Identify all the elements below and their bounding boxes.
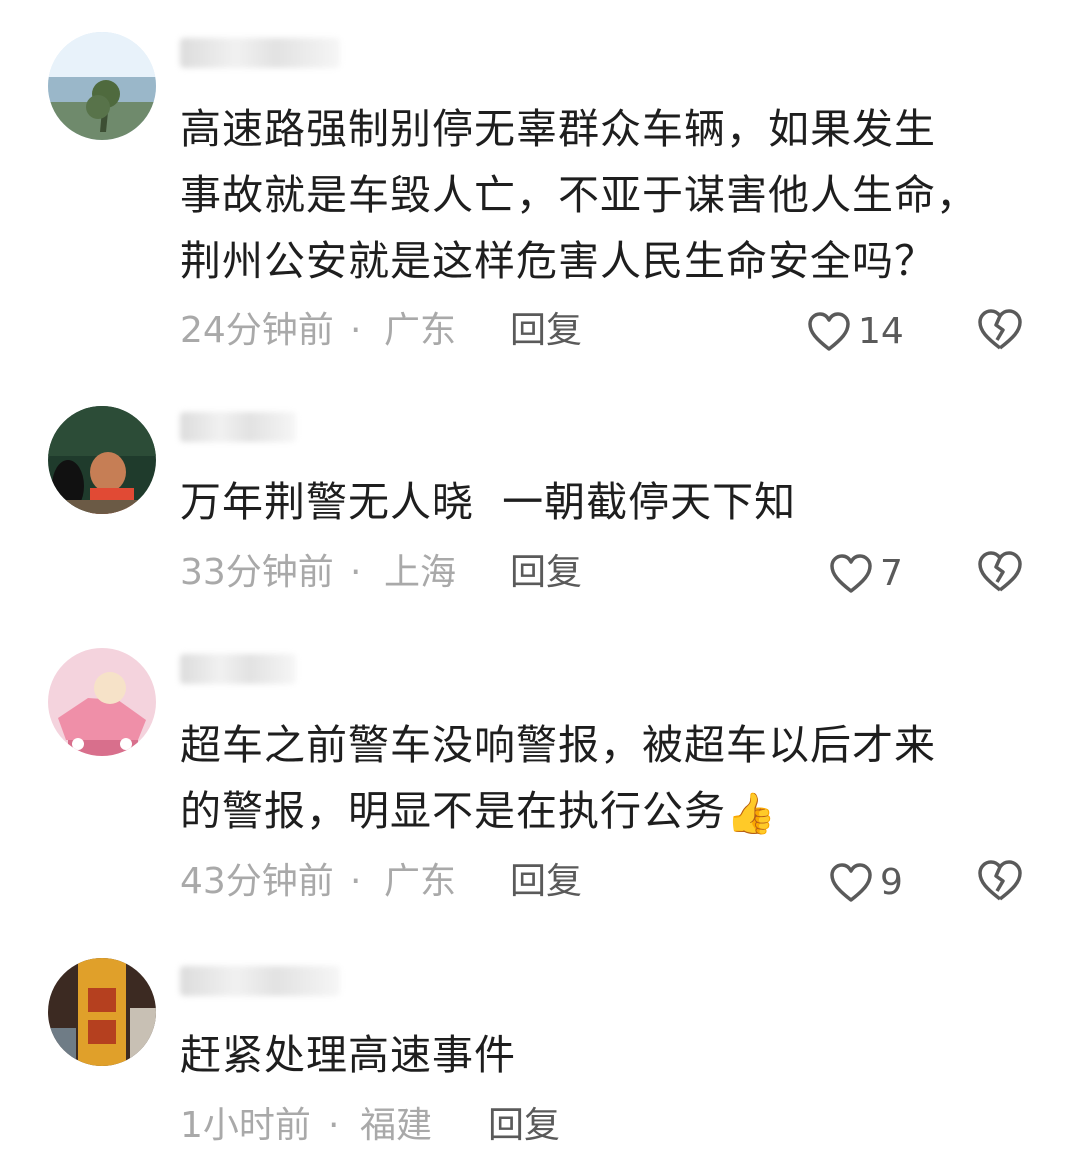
comment-time: 1小时前 [180, 1105, 311, 1146]
comment-time: 43分钟前 [180, 861, 334, 902]
comment-text: 赶紧处理高速事件 [180, 1022, 1050, 1088]
reply-button[interactable]: 回复 [510, 306, 582, 356]
heart-outline-icon [830, 863, 872, 902]
heart-outline-icon [830, 554, 872, 593]
comment-location: 广东 [384, 310, 457, 351]
broken-heart-icon [978, 860, 1022, 901]
dislike-button[interactable] [976, 859, 1024, 907]
like-count: 9 [880, 862, 903, 903]
avatar[interactable] [48, 958, 156, 1066]
username-blurred[interactable] [180, 38, 340, 68]
meta-separator: · [328, 1105, 340, 1146]
like-count: 7 [880, 553, 903, 594]
comment-time: 33分钟前 [180, 552, 334, 593]
comment-text-line: 赶紧处理高速事件 [180, 1031, 516, 1079]
like-button[interactable]: 14 [806, 308, 904, 356]
avatar[interactable] [48, 648, 156, 756]
meta-separator: · [350, 861, 362, 902]
comment-meta: 1小时前 · 福建 回复 [180, 1101, 1060, 1151]
comment-text: 高速路强制别停无辜群众车辆，如果发生 事故就是车毁人亡，不亚于谋害他人生命， 荆… [180, 96, 1050, 294]
like-button[interactable]: 7 [828, 550, 903, 598]
reply-button[interactable]: 回复 [510, 857, 582, 907]
dislike-button[interactable] [976, 308, 1024, 356]
comment-text: 超车之前警车没响警报，被超车以后才来 的警报，明显不是在执行公务👍 [180, 712, 1050, 847]
comment-meta: 33分钟前 · 上海 回复 7 [180, 548, 1060, 598]
broken-heart-icon [978, 551, 1022, 592]
like-count: 14 [858, 311, 904, 352]
comment-text-line: 高速路强制别停无辜群众车辆，如果发生 [180, 105, 936, 153]
comment-meta: 24分钟前 · 广东 回复 14 [180, 306, 1060, 356]
comment-location: 广东 [384, 861, 457, 902]
comment-text-line: 的警报，明显不是在执行公务👍 [180, 778, 1050, 847]
comment-text-fragment: 的警报，明显不是在执行公务 [180, 787, 726, 835]
comment-text-line: 荆州公安就是这样危害人民生命安全吗？ [180, 237, 936, 285]
comment-time: 24分钟前 [180, 310, 334, 351]
comment-text: 万年荆警无人晓 一朝截停天下知 [180, 469, 1050, 535]
heart-outline-icon [808, 312, 850, 351]
reply-button[interactable]: 回复 [510, 548, 582, 598]
comment-meta: 43分钟前 · 广东 回复 9 [180, 857, 1060, 907]
username-blurred[interactable] [180, 654, 296, 684]
like-button[interactable]: 9 [828, 859, 903, 907]
avatar[interactable] [48, 32, 156, 140]
username-blurred[interactable] [180, 966, 340, 996]
comment-text-line: 万年荆警无人晓 一朝截停天下知 [180, 478, 797, 526]
username-blurred[interactable] [180, 412, 296, 442]
reply-button[interactable]: 回复 [488, 1101, 560, 1151]
meta-separator: · [350, 552, 362, 593]
comment-location: 福建 [360, 1105, 433, 1146]
thumbs-up-emoji: 👍 [726, 791, 777, 837]
dislike-button[interactable] [976, 550, 1024, 598]
comment-text-line: 事故就是车毁人亡，不亚于谋害他人生命， [180, 171, 978, 219]
comment-text-line: 超车之前警车没响警报，被超车以后才来 [180, 721, 936, 769]
meta-separator: · [350, 310, 362, 351]
broken-heart-icon [978, 309, 1022, 350]
comment-location: 上海 [384, 552, 457, 593]
avatar[interactable] [48, 406, 156, 514]
